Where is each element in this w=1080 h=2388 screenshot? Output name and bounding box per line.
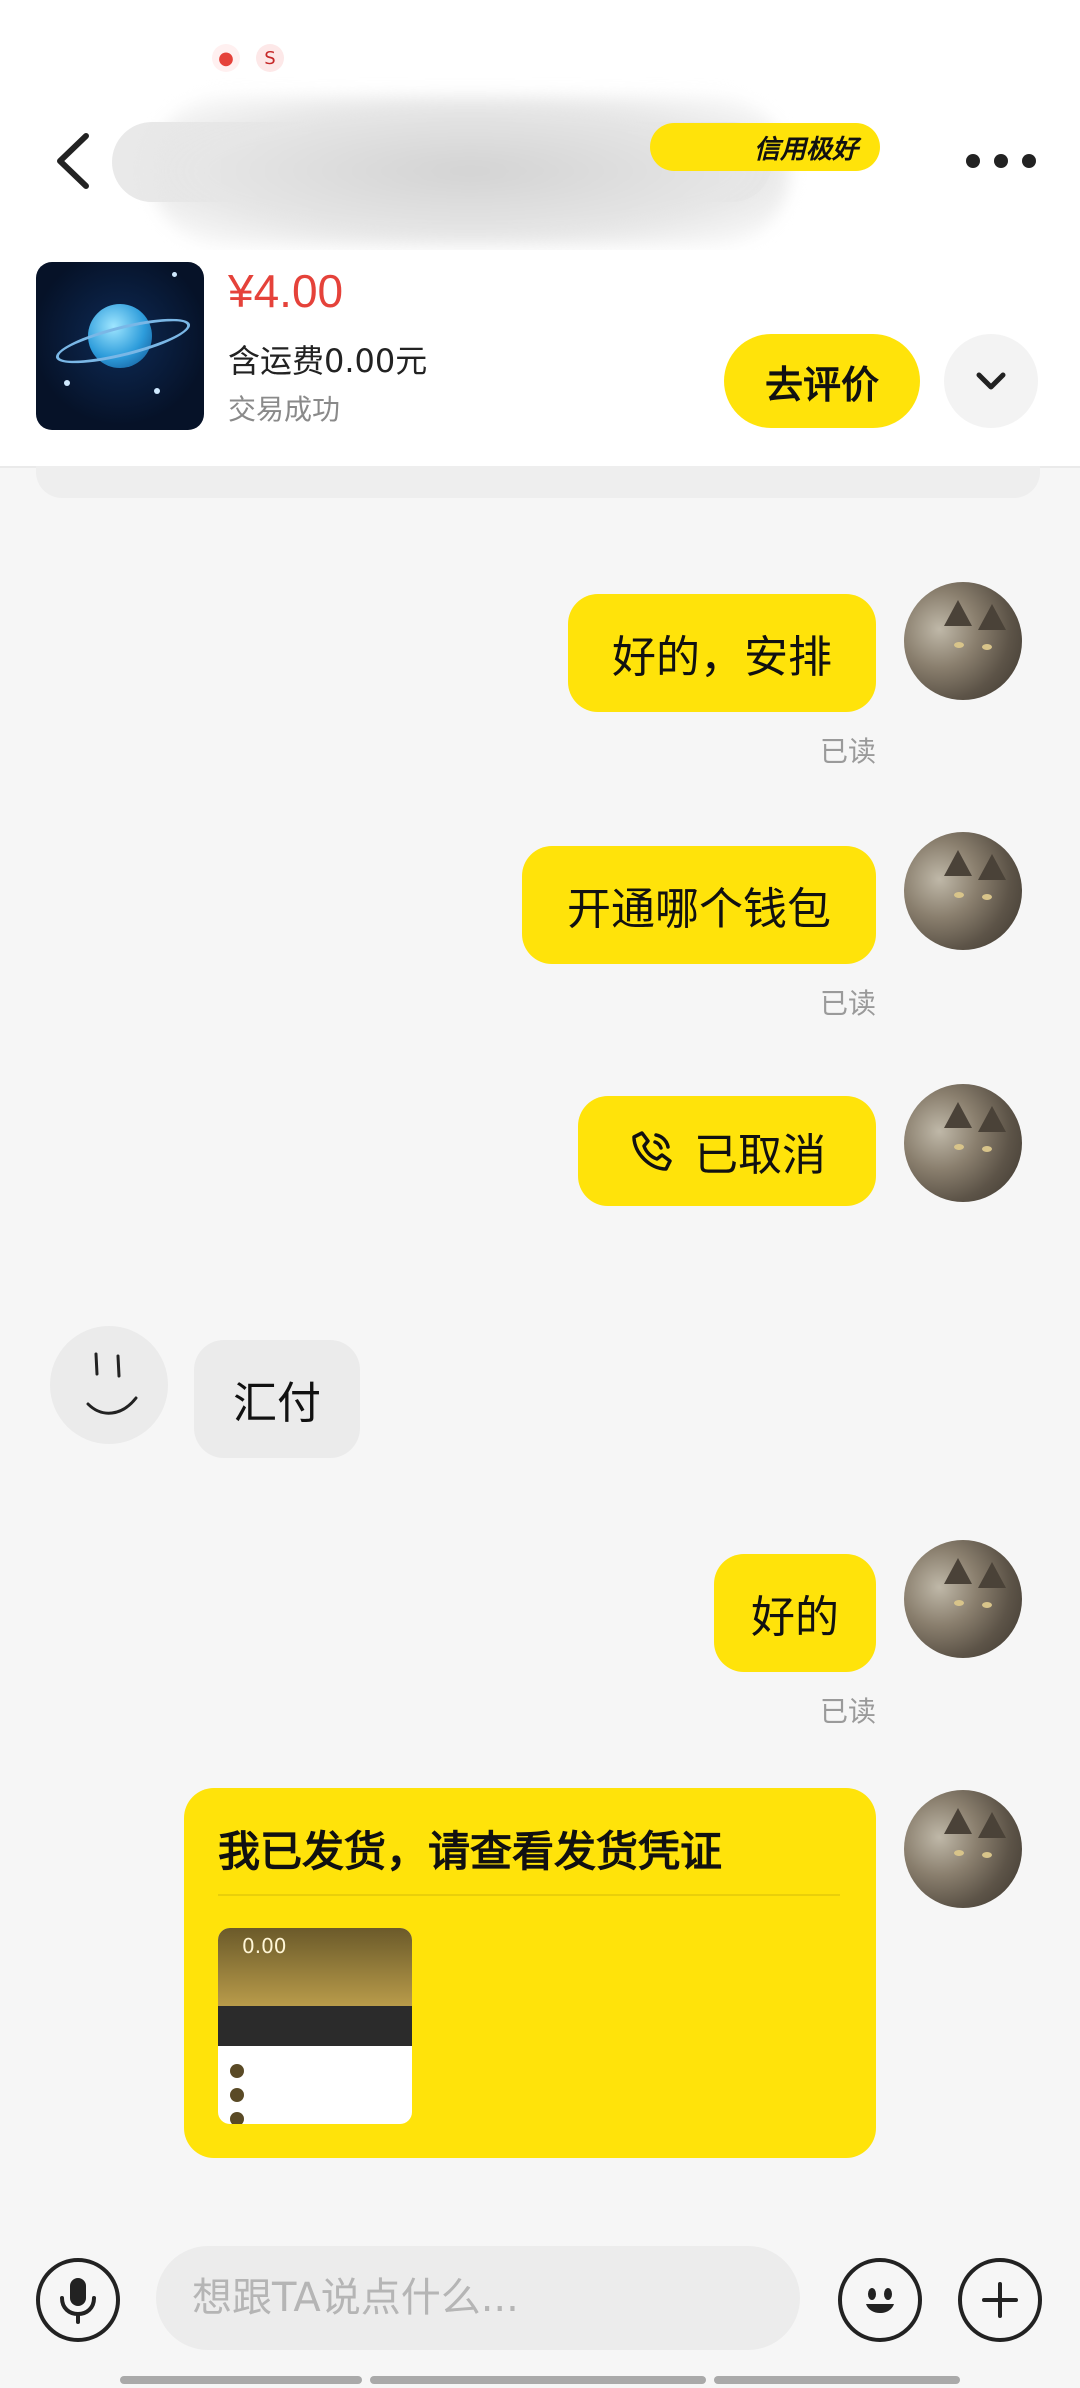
star — [172, 272, 177, 277]
emoji-button[interactable] — [838, 2258, 922, 2342]
star — [64, 380, 70, 386]
call-status-text: 已取消 — [694, 1130, 826, 1181]
my-avatar[interactable] — [904, 582, 1022, 700]
message-bubble[interactable]: 开通哪个钱包 — [522, 846, 876, 964]
call-record-bubble[interactable]: 已取消 — [578, 1096, 876, 1206]
chevron-left-icon — [57, 133, 89, 189]
expand-button[interactable] — [944, 334, 1038, 428]
more-actions-button[interactable] — [958, 2258, 1042, 2342]
plus-icon — [982, 2282, 1018, 2318]
more-dot — [994, 154, 1008, 168]
read-status: 已读 — [820, 987, 877, 1020]
message-bubble[interactable]: 汇付 — [194, 1340, 360, 1458]
read-status: 已读 — [820, 735, 877, 768]
divider — [218, 1894, 840, 1896]
proof-image-row — [230, 2062, 400, 2080]
smiley-face-icon — [86, 1352, 138, 1415]
more-button[interactable] — [966, 146, 1036, 176]
credit-badge: 信用极好 — [650, 123, 880, 171]
read-status: 已读 — [820, 1695, 877, 1728]
shipment-proof-image[interactable]: 0.00 — [218, 1928, 412, 2124]
message-input[interactable] — [156, 2246, 800, 2350]
home-indicator — [370, 2376, 706, 2384]
proof-image-row — [230, 2110, 400, 2124]
other-user-avatar[interactable] — [50, 1326, 168, 1444]
proof-image-row — [230, 2086, 400, 2104]
shipment-card-title: 我已发货，请查看发货凭证 — [218, 1827, 723, 1876]
review-button[interactable]: 去评价 — [724, 334, 920, 428]
my-avatar[interactable] — [904, 1790, 1022, 1908]
redaction-blur — [150, 96, 790, 246]
status-bar: ● S — [0, 0, 1080, 110]
chevron-down-icon — [976, 372, 1006, 390]
star — [154, 388, 160, 394]
back-button[interactable] — [46, 126, 106, 196]
phone-call-icon — [632, 1131, 672, 1171]
more-dot — [966, 154, 980, 168]
my-avatar[interactable] — [904, 1084, 1022, 1202]
message-bubble[interactable]: 好的，安排 — [568, 594, 876, 712]
smiley-icon — [866, 2288, 894, 2313]
proof-image-band — [218, 2006, 412, 2046]
home-indicator — [120, 2376, 362, 2384]
previous-message-edge — [36, 466, 1040, 498]
order-status: 交易成功 — [228, 393, 341, 426]
product-thumbnail[interactable] — [36, 262, 204, 430]
my-avatar[interactable] — [904, 832, 1022, 950]
home-indicator — [714, 2376, 960, 2384]
message-bubble[interactable]: 好的 — [714, 1554, 876, 1672]
product-price: ¥4.00 — [228, 265, 344, 317]
proof-image-value: 0.00 — [242, 1934, 287, 1958]
more-dot — [1022, 154, 1036, 168]
voice-input-button[interactable] — [36, 2258, 120, 2342]
shipping-fee: 含运费0.00元 — [228, 342, 428, 380]
microphone-icon — [60, 2278, 96, 2324]
location-app-icon: ● — [212, 44, 240, 72]
bank-app-icon: S — [256, 44, 284, 72]
proof-image-header: 0.00 — [218, 1928, 412, 2006]
my-avatar[interactable] — [904, 1540, 1022, 1658]
